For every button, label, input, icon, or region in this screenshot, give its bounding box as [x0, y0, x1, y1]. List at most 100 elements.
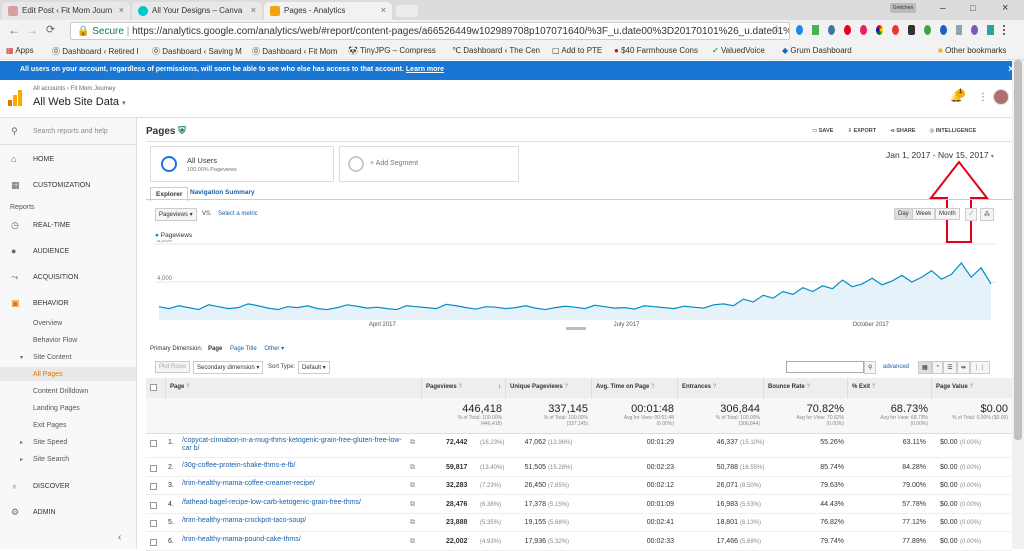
open-link-icon[interactable]: ⧉: [410, 519, 415, 527]
pinterest-icon[interactable]: [843, 25, 851, 35]
export-button[interactable]: ⇩ EXPORT: [847, 128, 876, 134]
granularity-month-button[interactable]: Month: [935, 208, 960, 220]
open-link-icon[interactable]: ⧉: [410, 501, 415, 509]
search-reports[interactable]: ⚲ Search reports and help: [0, 126, 137, 140]
close-tab-icon[interactable]: ×: [381, 5, 386, 15]
col-header-avg-time[interactable]: Avg. Time on Page ?: [592, 378, 678, 398]
sidebar-item-exit-pages[interactable]: Exit Pages: [33, 422, 66, 429]
sidebar-item-admin[interactable]: ⚙ ADMIN: [0, 507, 137, 521]
forward-icon[interactable]: →: [26, 23, 38, 37]
maximize-icon[interactable]: □: [970, 3, 975, 13]
sidebar-item-site-search[interactable]: Site Search: [33, 456, 69, 463]
bookmark-item[interactable]: ⓪ Dashboard ‹ Saving M: [152, 46, 242, 57]
secondary-dimension-select[interactable]: Secondary dimension ▾: [193, 361, 264, 374]
extension-icon[interactable]: [971, 25, 979, 35]
row-page-link[interactable]: /trim-healthy-mama-coffee-creamer-recipe…: [182, 480, 406, 488]
sidebar-item-audience[interactable]: ● AUDIENCE: [0, 246, 137, 260]
advanced-filter-link[interactable]: advanced: [883, 364, 909, 370]
sidebar-item-behavior[interactable]: ▣ BEHAVIOR: [0, 298, 137, 312]
row-checkbox[interactable]: [150, 538, 157, 546]
more-vert-icon[interactable]: ⋮: [978, 92, 988, 103]
row-checkbox[interactable]: [150, 520, 157, 527]
extension-icon[interactable]: [796, 25, 803, 35]
extension-icon[interactable]: [811, 25, 819, 35]
bookmark-item[interactable]: ℃ Dashboard ‹ The Cen: [452, 46, 540, 55]
performance-view-icon[interactable]: ☰: [943, 361, 957, 374]
segment-all-users[interactable]: All Users 100.00% Pageviews: [150, 146, 334, 182]
pie-view-icon[interactable]: ◔: [931, 361, 944, 374]
close-tab-icon[interactable]: ×: [251, 5, 256, 15]
sidebar-item-all-pages[interactable]: All Pages: [33, 371, 63, 378]
plot-rows-button[interactable]: Plot Rows: [155, 361, 191, 373]
avatar[interactable]: [993, 89, 1009, 105]
sidebar-item-site-content[interactable]: Site Content: [33, 354, 72, 361]
sidebar-item-acquisition[interactable]: ⤳ ACQUISITION: [0, 272, 137, 286]
search-icon[interactable]: ⚲: [864, 361, 877, 374]
table-search-input[interactable]: [786, 361, 864, 373]
col-header-exit[interactable]: % Exit ?: [848, 378, 932, 398]
metric-selector[interactable]: Pageviews ▾: [155, 208, 197, 221]
bookmark-other[interactable]: ■ Other bookmarks: [938, 46, 1006, 55]
comparison-view-icon[interactable]: ⇹: [956, 361, 970, 374]
browser-tab-analytics[interactable]: Pages - Analytics ×: [264, 2, 392, 20]
minimize-icon[interactable]: –: [940, 3, 946, 14]
close-tab-icon[interactable]: ×: [119, 5, 124, 15]
col-header-unique-pageviews[interactable]: Unique Pageviews ?: [506, 378, 592, 398]
open-link-icon[interactable]: ⧉: [410, 464, 415, 472]
reload-icon[interactable]: ⟳: [46, 23, 55, 36]
browser-tab-edit-post[interactable]: Edit Post ‹ Fit Mom Journ ×: [2, 2, 130, 20]
expand-down-icon[interactable]: ▾: [20, 354, 23, 361]
bookmark-item[interactable]: ◆ Grum Dashboard: [782, 46, 852, 55]
granularity-day-button[interactable]: Day: [894, 208, 913, 220]
extension-icon[interactable]: [907, 25, 915, 35]
back-icon[interactable]: ←: [8, 23, 20, 37]
property-selector[interactable]: All Web Site Data ▾: [33, 96, 126, 108]
col-header-pageviews[interactable]: Pageviews ? ↓: [422, 378, 506, 398]
col-header-bounce-rate[interactable]: Bounce Rate ?: [764, 378, 848, 398]
bookmark-item[interactable]: ▢ Add to PTE: [552, 46, 602, 55]
window-close-icon[interactable]: ×: [1002, 2, 1008, 14]
row-checkbox[interactable]: [150, 483, 157, 490]
add-segment-button[interactable]: + Add Segment: [339, 146, 519, 182]
select-all-checkbox[interactable]: [150, 384, 157, 391]
intelligence-button[interactable]: ◎ INTELLIGENCE: [929, 128, 976, 134]
chrome-menu-icon[interactable]: [1003, 25, 1006, 35]
dimension-other[interactable]: Other ▾: [264, 346, 284, 352]
chart-resize-handle[interactable]: [566, 327, 586, 330]
extension-icon[interactable]: [923, 25, 931, 35]
row-checkbox[interactable]: [150, 501, 157, 509]
sidebar-item-site-speed[interactable]: Site Speed: [33, 439, 67, 446]
row-page-link[interactable]: /trim-healthy-mama-pound-cake-thms/: [182, 536, 406, 544]
extension-icon[interactable]: [859, 25, 867, 35]
row-checkbox[interactable]: [150, 440, 157, 447]
extension-icon[interactable]: [955, 25, 963, 35]
save-button[interactable]: ▭ SAVE: [812, 128, 833, 134]
row-checkbox[interactable]: [150, 464, 157, 472]
bookmark-item[interactable]: 🐼 TinyJPG – Compress: [348, 46, 436, 55]
extension-icon[interactable]: [987, 25, 995, 35]
col-header-page[interactable]: Page ?: [166, 378, 422, 398]
page-scrollbar[interactable]: [1012, 60, 1024, 549]
learn-more-link[interactable]: Learn more: [406, 66, 444, 73]
new-tab-button[interactable]: [396, 5, 418, 17]
col-header-page-value[interactable]: Page Value ?: [932, 378, 1012, 398]
extension-icon[interactable]: [939, 25, 947, 35]
scrollbar-thumb[interactable]: [1014, 60, 1022, 440]
bookmark-item[interactable]: ⓪ Dashboard ‹ Retired I: [52, 46, 139, 57]
bookmark-item[interactable]: ⓪ Dashboard ‹ Fit Mom: [252, 46, 337, 57]
account-breadcrumb[interactable]: All accounts › Fit Mom Journey: [33, 86, 115, 92]
dimension-page-title[interactable]: Page Title: [230, 346, 257, 352]
open-link-icon[interactable]: ⧉: [410, 482, 415, 490]
row-page-link[interactable]: /30g-coffee-protein-shake-thms-e-fb/: [182, 462, 406, 470]
extension-icon[interactable]: [875, 25, 883, 35]
bookmark-item[interactable]: ✔ ValuedVoice: [712, 46, 765, 55]
sort-type-select[interactable]: Default ▾: [298, 361, 330, 374]
sidebar-item-behavior-flow[interactable]: Behavior Flow: [33, 337, 77, 344]
sidebar-item-landing-pages[interactable]: Landing Pages: [33, 405, 80, 412]
row-page-link[interactable]: /trim-healthy-mama-crockpot-taco-soup/: [182, 517, 406, 525]
sidebar-item-home[interactable]: ⌂ HOME: [0, 154, 137, 168]
sidebar-item-overview[interactable]: Overview: [33, 320, 62, 327]
extension-icon[interactable]: [827, 25, 835, 35]
select-metric-link[interactable]: Select a metric: [218, 211, 258, 217]
granularity-week-button[interactable]: Week: [912, 208, 936, 220]
